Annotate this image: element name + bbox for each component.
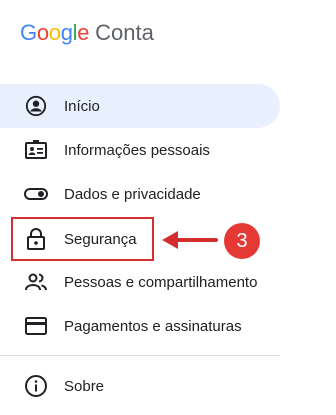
google-logo[interactable]: Google (20, 20, 89, 46)
sidebar-item-informacoes-pessoais[interactable]: Informações pessoais (0, 128, 280, 172)
step-number-badge: 3 (224, 223, 260, 259)
id-card-icon (24, 138, 48, 162)
logo-letter-e: e (77, 20, 90, 45)
sidebar-item-pessoas-compartilhamento[interactable]: Pessoas e compartilhamento (0, 260, 280, 304)
logo-letter-g2: g (60, 20, 73, 45)
sidebar-item-pagamentos-assinaturas[interactable]: Pagamentos e assinaturas (0, 304, 280, 348)
sidebar-item-dados-privacidade[interactable]: Dados e privacidade (0, 172, 280, 216)
sidebar-item-label: Pagamentos e assinaturas (64, 317, 242, 335)
logo-letter-g: G (20, 20, 37, 45)
people-icon (24, 270, 48, 294)
highlight-box (11, 217, 154, 261)
sidebar-item-label: Informações pessoais (64, 141, 210, 159)
nav-divider (0, 355, 280, 356)
info-icon (24, 374, 48, 398)
logo-letter-o2: o (48, 20, 61, 45)
credit-card-icon (24, 314, 48, 338)
logo-letter-o1: o (36, 20, 49, 45)
sidebar-item-label: Pessoas e compartilhamento (64, 273, 258, 291)
sidebar-item-label: Sobre (64, 377, 105, 395)
pointer-arrow (162, 231, 218, 249)
account-circle-icon (24, 94, 48, 118)
product-name: Conta (95, 20, 154, 45)
toggle-icon (24, 182, 48, 206)
app-header: Google Conta (20, 18, 154, 48)
sidebar-item-sobre[interactable]: Sobre (0, 364, 280, 408)
sidebar-item-label: Início (64, 97, 100, 115)
sidebar-item-label: Dados e privacidade (64, 185, 201, 203)
sidebar-item-inicio[interactable]: Início (0, 84, 280, 128)
